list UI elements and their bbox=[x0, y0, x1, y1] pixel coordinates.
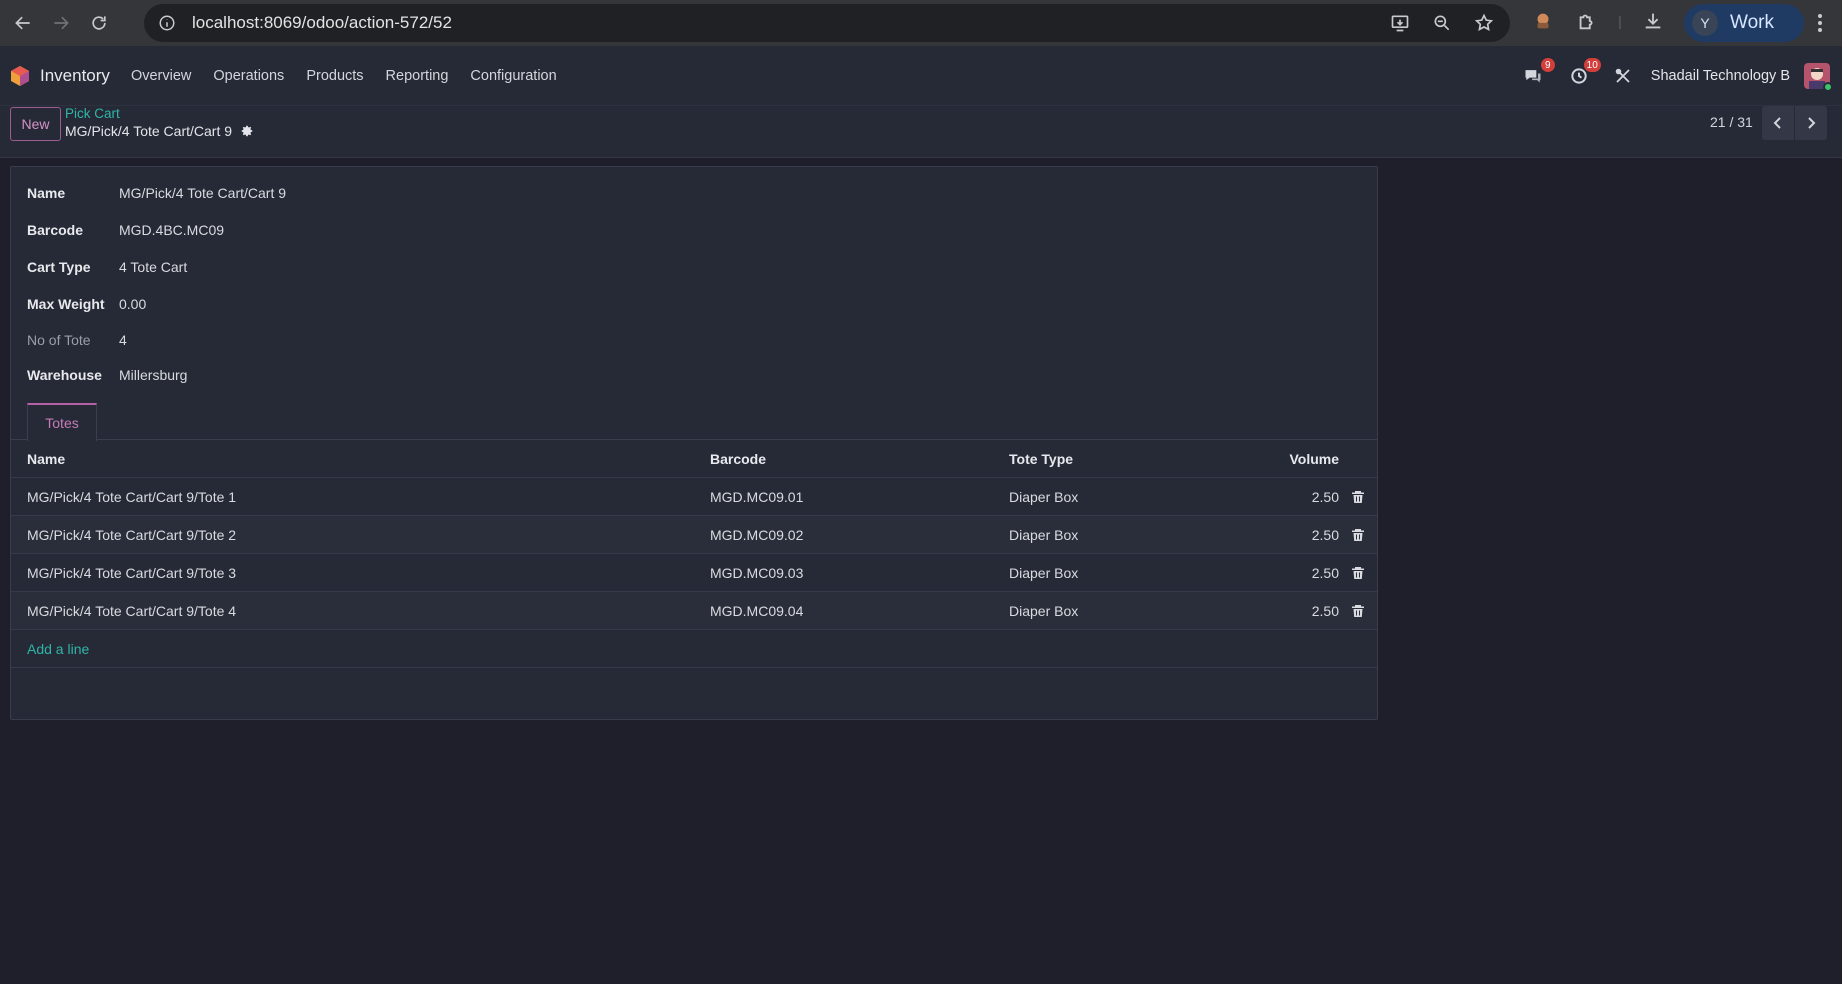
main-menu: Overview Operations Products Reporting C… bbox=[120, 68, 568, 84]
pager-next-button[interactable] bbox=[1795, 106, 1827, 140]
cell-tote-type: Diaper Box bbox=[1009, 488, 1079, 505]
cell-volume: 2.50 bbox=[1311, 602, 1339, 619]
cell-tote-type: Diaper Box bbox=[1009, 602, 1079, 619]
table-row[interactable]: MG/Pick/4 Tote Cart/Cart 9/Tote 1 MGD.MC… bbox=[11, 478, 1377, 516]
cell-barcode: MGD.MC09.04 bbox=[710, 602, 804, 619]
cell-barcode: MGD.MC09.03 bbox=[710, 564, 804, 581]
cell-name: MG/Pick/4 Tote Cart/Cart 9/Tote 4 bbox=[27, 602, 237, 619]
gear-icon[interactable] bbox=[240, 124, 254, 138]
no-of-tote-value: 4 bbox=[119, 332, 127, 348]
bookmark-star-icon[interactable] bbox=[1472, 11, 1496, 35]
field-label: Cart Type bbox=[27, 259, 91, 275]
menu-products[interactable]: Products bbox=[295, 68, 374, 84]
zoom-icon[interactable] bbox=[1430, 11, 1454, 35]
cell-name: MG/Pick/4 Tote Cart/Cart 9/Tote 3 bbox=[27, 564, 237, 581]
name-input[interactable]: MG/Pick/4 Tote Cart/Cart 9 bbox=[119, 185, 286, 201]
back-icon[interactable] bbox=[6, 6, 40, 40]
messages-badge: 9 bbox=[1540, 58, 1555, 72]
barcode-input[interactable]: MGD.4BC.MC09 bbox=[119, 222, 224, 238]
breadcrumb-current: MG/Pick/4 Tote Cart/Cart 9 bbox=[65, 123, 233, 139]
column-header-name[interactable]: Name bbox=[27, 451, 65, 467]
totes-table: Name Barcode Tote Type Volume MG/Pick/4 … bbox=[11, 440, 1377, 668]
table-row[interactable]: MG/Pick/4 Tote Cart/Cart 9/Tote 2 MGD.MC… bbox=[11, 516, 1377, 554]
inventory-app-icon[interactable] bbox=[10, 65, 30, 87]
downloads-icon[interactable] bbox=[1638, 6, 1668, 36]
site-info-icon[interactable] bbox=[156, 12, 178, 34]
chevron-right-icon bbox=[1808, 117, 1816, 129]
field-barcode: Barcode MGD.4BC.MC09 bbox=[27, 222, 224, 238]
cell-barcode: MGD.MC09.02 bbox=[710, 526, 804, 543]
address-bar[interactable]: localhost:8069/odoo/action-572/52 bbox=[144, 4, 1510, 42]
field-label: Name bbox=[27, 185, 66, 201]
trash-icon[interactable] bbox=[1351, 604, 1365, 618]
cell-volume: 2.50 bbox=[1311, 564, 1339, 581]
control-panel: New Pick Cart MG/Pick/4 Tote Cart/Cart 9… bbox=[0, 106, 1842, 158]
pager-value[interactable]: 21 / 31 bbox=[1710, 114, 1753, 130]
field-name: Name MG/Pick/4 Tote Cart/Cart 9 bbox=[27, 185, 286, 201]
new-button[interactable]: New bbox=[10, 107, 61, 141]
user-avatar[interactable] bbox=[1804, 63, 1833, 92]
notebook-tabs: Totes bbox=[11, 403, 1377, 441]
table-row[interactable]: MG/Pick/4 Tote Cart/Cart 9/Tote 3 MGD.MC… bbox=[11, 554, 1377, 592]
field-label: No of Tote bbox=[27, 332, 91, 348]
field-label: Warehouse bbox=[27, 367, 102, 383]
activities-clock-icon[interactable]: 10 bbox=[1565, 58, 1601, 90]
menu-reporting[interactable]: Reporting bbox=[375, 68, 460, 84]
cell-volume: 2.50 bbox=[1311, 488, 1339, 505]
chevron-left-icon bbox=[1773, 117, 1781, 129]
field-no-of-tote: No of Tote 4 bbox=[27, 332, 127, 348]
extensions-puzzle-icon[interactable] bbox=[1572, 6, 1602, 36]
app-name[interactable]: Inventory bbox=[40, 66, 110, 86]
field-cart-type: Cart Type 4 Tote Cart bbox=[27, 259, 187, 275]
add-line-row: Add a line bbox=[11, 630, 1377, 668]
menu-operations[interactable]: Operations bbox=[202, 68, 295, 84]
breadcrumb-parent[interactable]: Pick Cart bbox=[65, 106, 120, 121]
odoo-navbar: Inventory Overview Operations Products R… bbox=[0, 46, 1842, 106]
menu-configuration[interactable]: Configuration bbox=[459, 68, 567, 84]
cell-barcode: MGD.MC09.01 bbox=[710, 488, 804, 505]
cell-tote-type: Diaper Box bbox=[1009, 526, 1079, 543]
trash-icon[interactable] bbox=[1351, 566, 1365, 580]
trash-icon[interactable] bbox=[1351, 528, 1365, 542]
menu-overview[interactable]: Overview bbox=[120, 68, 202, 84]
extension-avatar-icon[interactable] bbox=[1528, 6, 1558, 36]
column-header-volume[interactable]: Volume bbox=[1289, 451, 1339, 467]
field-label: Max Weight bbox=[27, 296, 105, 312]
forward-icon[interactable] bbox=[44, 6, 78, 40]
field-max-weight: Max Weight 0.00 bbox=[27, 296, 146, 312]
tab-totes[interactable]: Totes bbox=[27, 403, 97, 441]
reload-icon[interactable] bbox=[82, 6, 116, 40]
max-weight-input[interactable]: 0.00 bbox=[119, 296, 146, 312]
field-warehouse: Warehouse Millersburg bbox=[27, 367, 187, 383]
toolbar-divider: | bbox=[1618, 13, 1622, 29]
profile-button[interactable]: Y Work bbox=[1684, 4, 1804, 42]
company-switcher[interactable]: Shadail Technology B bbox=[1651, 68, 1790, 84]
profile-avatar: Y bbox=[1692, 10, 1718, 36]
online-status-dot bbox=[1823, 82, 1833, 92]
cell-tote-type: Diaper Box bbox=[1009, 564, 1079, 581]
table-row[interactable]: MG/Pick/4 Tote Cart/Cart 9/Tote 4 MGD.MC… bbox=[11, 592, 1377, 630]
pager-previous-button[interactable] bbox=[1762, 106, 1794, 140]
column-header-tote-type[interactable]: Tote Type bbox=[1009, 451, 1073, 467]
url-text[interactable]: localhost:8069/odoo/action-572/52 bbox=[192, 13, 452, 33]
debug-tools-icon[interactable] bbox=[1609, 62, 1637, 90]
profile-name: Work bbox=[1730, 12, 1774, 33]
install-app-icon[interactable] bbox=[1388, 11, 1412, 35]
activities-badge: 10 bbox=[1583, 58, 1601, 72]
warehouse-select[interactable]: Millersburg bbox=[119, 367, 187, 383]
add-line-link[interactable]: Add a line bbox=[27, 641, 89, 657]
table-header: Name Barcode Tote Type Volume bbox=[11, 440, 1377, 478]
column-header-barcode[interactable]: Barcode bbox=[710, 451, 766, 467]
cart-type-select[interactable]: 4 Tote Cart bbox=[119, 259, 187, 275]
breadcrumb-current-wrap: MG/Pick/4 Tote Cart/Cart 9 bbox=[65, 123, 254, 139]
cell-name: MG/Pick/4 Tote Cart/Cart 9/Tote 1 bbox=[27, 488, 237, 505]
form-sheet: Name MG/Pick/4 Tote Cart/Cart 9 Barcode … bbox=[10, 166, 1378, 720]
trash-icon[interactable] bbox=[1351, 490, 1365, 504]
cell-name: MG/Pick/4 Tote Cart/Cart 9/Tote 2 bbox=[27, 526, 237, 543]
field-label: Barcode bbox=[27, 222, 84, 238]
cell-volume: 2.50 bbox=[1311, 526, 1339, 543]
messages-icon[interactable]: 9 bbox=[1519, 58, 1555, 90]
browser-menu-icon[interactable] bbox=[1806, 8, 1834, 38]
